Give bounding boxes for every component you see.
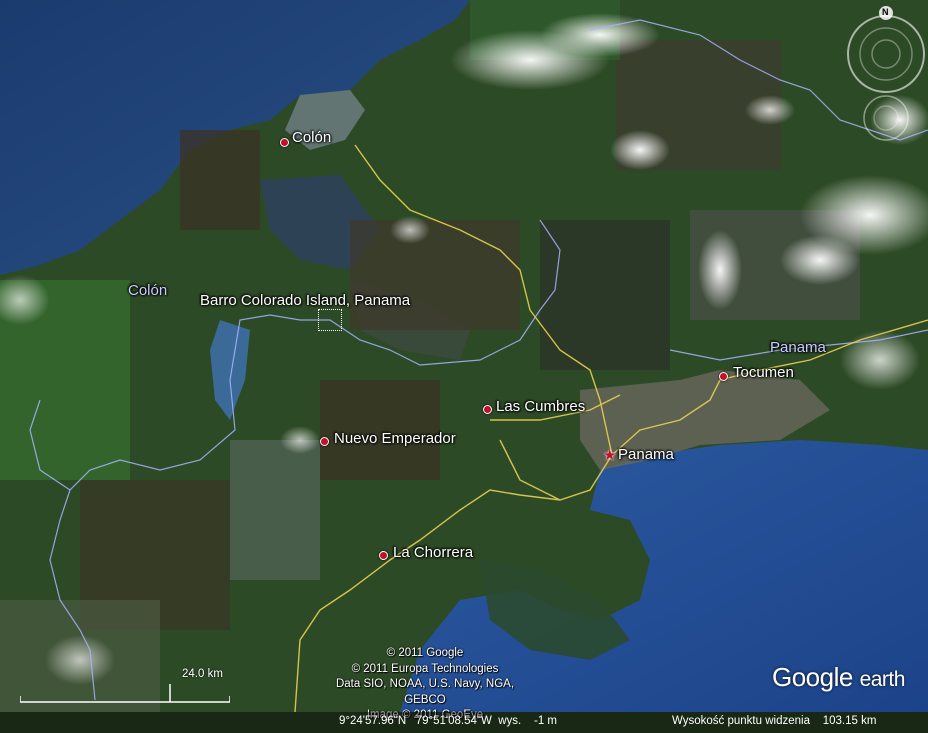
google-earth-logo: Google earth <box>772 662 905 693</box>
capital-star-icon[interactable]: ★ <box>603 448 616 463</box>
region-label-colon[interactable]: Colón <box>128 282 167 299</box>
coordinates-readout: 9°24'57.96"N 79°51'08.54"W wys. -1 m <box>339 715 557 727</box>
place-label-nuevo-emperador[interactable]: Nuevo Emperador <box>334 430 456 447</box>
city-marker-la-chorrera[interactable] <box>379 551 388 560</box>
place-label-panama-city[interactable]: Panama <box>618 446 674 463</box>
placemark-marker[interactable] <box>318 309 342 331</box>
logo-earth-text: earth <box>859 668 906 691</box>
navigation-control[interactable] <box>840 6 928 156</box>
city-marker-colon[interactable] <box>280 138 289 147</box>
copyright-line: © 2011 Google <box>386 647 464 659</box>
city-marker-las-cumbres[interactable] <box>483 405 492 414</box>
altitude-readout: Wysokość punktu widzenia 103.15 km <box>672 715 877 727</box>
place-label-la-chorrera[interactable]: La Chorrera <box>393 544 473 561</box>
place-label-las-cumbres[interactable]: Las Cumbres <box>496 398 585 415</box>
north-indicator-icon[interactable]: N <box>882 7 889 17</box>
place-label-tocumen[interactable]: Tocumen <box>733 364 794 381</box>
city-marker-tocumen[interactable] <box>719 372 728 381</box>
copyright-line: © 2011 Europa Technologies <box>351 662 499 675</box>
place-label-barro-colorado[interactable]: Barro Colorado Island, Panama <box>200 292 410 309</box>
scale-bar: 24.0 km <box>20 668 230 708</box>
copyright-line: Data SIO, NOAA, U.S. Navy, NGA, GEBCO <box>335 678 515 706</box>
logo-google-text: Google <box>772 662 853 692</box>
status-bar: 9°24'57.96"N 79°51'08.54"W wys. -1 m Wys… <box>0 712 928 733</box>
city-marker-nuevo-emperador[interactable] <box>320 437 329 446</box>
place-label-colon[interactable]: Colón <box>292 129 331 146</box>
region-label-panama[interactable]: Panama <box>770 339 826 356</box>
